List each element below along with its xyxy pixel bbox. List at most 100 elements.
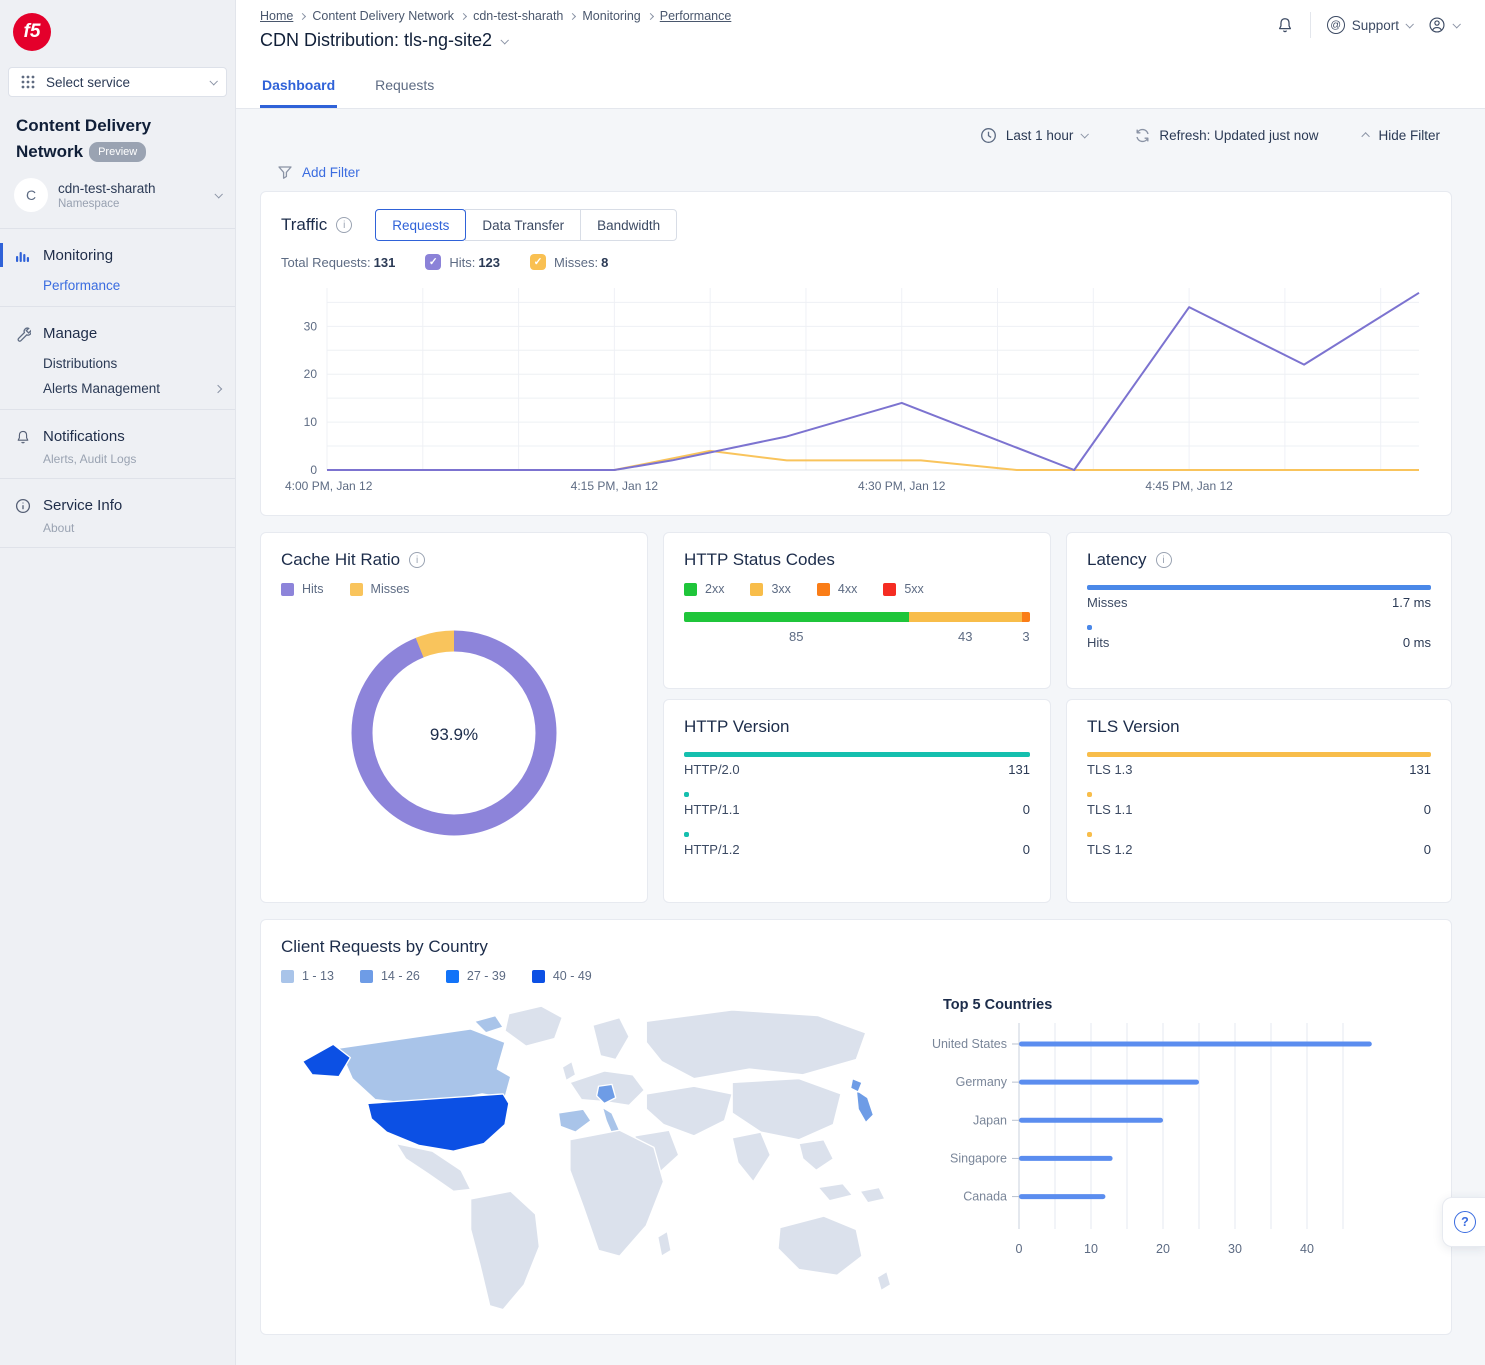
- funnel-icon: [276, 163, 294, 181]
- map-se-asia: [799, 1140, 833, 1171]
- legend-swatch: [350, 583, 363, 596]
- map-japan-north[interactable]: [851, 1079, 862, 1092]
- metric-value: 0: [1023, 802, 1030, 817]
- status-codes-values: 85433: [684, 629, 1030, 644]
- time-range-picker[interactable]: Last 1 hour: [980, 126, 1088, 144]
- legend-swatch: [684, 583, 697, 596]
- chevron-right-icon: [647, 12, 654, 19]
- breadcrumb-item[interactable]: Home: [260, 9, 293, 23]
- svg-text:United States: United States: [932, 1037, 1007, 1051]
- svg-text:Singapore: Singapore: [950, 1151, 1007, 1165]
- info-icon[interactable]: [409, 552, 425, 568]
- mode-requests-button[interactable]: Requests: [375, 209, 466, 241]
- sidebar-item-monitoring[interactable]: Monitoring: [0, 235, 235, 269]
- map-canada[interactable]: [339, 1029, 511, 1105]
- metric-bar-track: [684, 752, 1030, 757]
- sidebar-item-caption: Alerts, Audit Logs: [0, 450, 150, 466]
- sidebar-item-label: Monitoring: [43, 247, 113, 264]
- http-version-rows: HTTP/2.0131HTTP/1.10HTTP/1.20: [684, 752, 1030, 857]
- hits-checkbox[interactable]: Hits:123: [425, 254, 500, 270]
- legend-item: 40 - 49: [532, 969, 592, 983]
- f5-logo: f5: [13, 13, 51, 51]
- metric-label: HTTP/1.1: [684, 802, 740, 817]
- svg-text:Japan: Japan: [973, 1113, 1007, 1127]
- namespace-selector[interactable]: C cdn-test-sharath Namespace: [0, 166, 235, 229]
- metric-meta: HTTP/1.20: [684, 842, 1030, 857]
- legend-swatch: [360, 970, 373, 983]
- sidebar-item-distributions[interactable]: Distributions: [0, 347, 235, 372]
- breadcrumb-item[interactable]: Monitoring: [582, 9, 640, 23]
- chevron-down-icon[interactable]: [501, 36, 509, 44]
- bell-icon: [14, 428, 32, 446]
- stat-value: 8: [601, 255, 608, 270]
- legend-label: 1 - 13: [302, 969, 334, 983]
- metric-bar: [684, 832, 689, 837]
- legend-item: 1 - 13: [281, 969, 334, 983]
- legend-swatch: [281, 583, 294, 596]
- svg-text:10: 10: [1084, 1242, 1098, 1256]
- sidebar-item-performance[interactable]: Performance: [0, 269, 235, 294]
- refresh-button[interactable]: Refresh: Updated just now: [1133, 126, 1318, 144]
- sidebar-section-service-info: Service Info About: [0, 479, 235, 548]
- add-filter-button[interactable]: Add Filter: [260, 148, 1452, 191]
- info-icon[interactable]: [1156, 552, 1172, 568]
- misses-checkbox[interactable]: Misses:8: [530, 254, 608, 270]
- metric-value: 0: [1424, 802, 1431, 817]
- legend-item: 27 - 39: [446, 969, 506, 983]
- app: f5 Select service Content Delivery Netwo…: [0, 0, 1485, 1365]
- client-requests-title: Client Requests by Country: [281, 937, 488, 957]
- stat-label: Total Requests:: [281, 255, 371, 270]
- metric-bar-track: [1087, 752, 1431, 757]
- map-mexico: [396, 1144, 470, 1192]
- sidebar-item-service-info[interactable]: Service Info: [0, 485, 235, 519]
- cache-hit-ratio-legend: HitsMisses: [281, 582, 627, 596]
- client-requests-card: Client Requests by Country 1 - 1314 - 26…: [260, 919, 1452, 1335]
- hide-filter-toggle[interactable]: Hide Filter: [1364, 128, 1440, 143]
- info-icon[interactable]: [336, 217, 352, 233]
- legend-item: 4xx: [817, 582, 857, 596]
- svg-text:4:00 PM, Jan 12: 4:00 PM, Jan 12: [285, 479, 373, 493]
- metric-value: 0: [1023, 842, 1030, 857]
- notifications-bell-icon[interactable]: [1276, 16, 1294, 34]
- select-service-dropdown[interactable]: Select service: [8, 67, 227, 97]
- cache-hit-ratio-donut: 93.9%: [281, 618, 627, 848]
- metric-row: TLS 1.20: [1087, 832, 1431, 857]
- tab-requests[interactable]: Requests: [373, 63, 436, 108]
- map-spain[interactable]: [558, 1109, 590, 1132]
- breadcrumb-item[interactable]: Content Delivery Network: [312, 9, 454, 23]
- metric-bar-track: [1087, 625, 1431, 630]
- account-menu[interactable]: [1428, 16, 1459, 34]
- breadcrumb-item[interactable]: cdn-test-sharath: [473, 9, 563, 23]
- tab-dashboard[interactable]: Dashboard: [260, 63, 337, 108]
- map-united-states[interactable]: [368, 1094, 509, 1151]
- sidebar-item-alerts-management[interactable]: Alerts Management: [0, 372, 235, 397]
- misses-stat: Misses:8: [554, 255, 608, 270]
- latency-card: Latency Misses1.7 msHits0 ms: [1066, 532, 1452, 689]
- status-codes-stacked-bar: [684, 612, 1030, 622]
- content: Last 1 hour Refresh: Updated just now Hi…: [236, 109, 1485, 1365]
- tls-version-title: TLS Version: [1087, 717, 1180, 737]
- legend-swatch: [446, 970, 459, 983]
- map-indonesia: [818, 1184, 852, 1201]
- filter-bar: Last 1 hour Refresh: Updated just now Hi…: [260, 109, 1452, 148]
- namespace-avatar: C: [14, 178, 48, 212]
- support-menu[interactable]: @ Support: [1327, 16, 1412, 34]
- map-africa: [570, 1130, 664, 1256]
- breadcrumb-item[interactable]: Performance: [660, 9, 732, 23]
- sidebar-item-notifications[interactable]: Notifications: [0, 416, 235, 450]
- metric-label: Hits: [1087, 635, 1109, 650]
- product-title: Content Delivery NetworkPreview: [0, 97, 235, 166]
- top-countries-panel: Top 5 Countries United StatesGermanyJapa…: [915, 987, 1431, 1326]
- map-japan[interactable]: [856, 1090, 873, 1122]
- map-canada-arctic[interactable]: [474, 1016, 503, 1033]
- map-new-zealand: [877, 1271, 890, 1290]
- status-value-2xx: 85: [684, 629, 909, 644]
- sidebar-item-manage[interactable]: Manage: [0, 313, 235, 347]
- metric-meta: HTTP/2.0131: [684, 762, 1030, 777]
- help-button[interactable]: [1442, 1197, 1485, 1247]
- mode-data-transfer-button[interactable]: Data Transfer: [465, 209, 581, 241]
- map-italy[interactable]: [602, 1107, 619, 1134]
- map-legend: 1 - 1314 - 2627 - 3940 - 49: [281, 969, 1431, 983]
- mode-bandwidth-button[interactable]: Bandwidth: [580, 209, 677, 241]
- traffic-stats: Total Requests:131 Hits:123 Misses:8: [281, 254, 1431, 270]
